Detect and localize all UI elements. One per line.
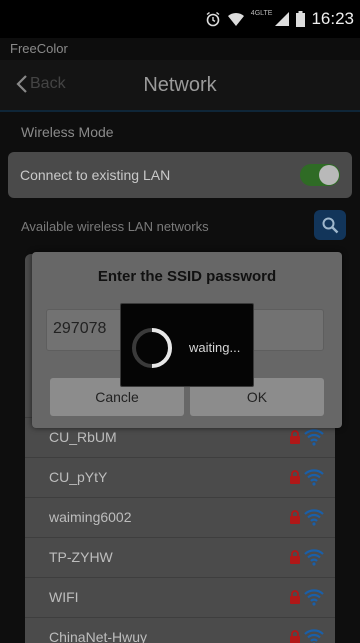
wifi-signal-icon (303, 468, 325, 491)
app-name: FreeColor (0, 38, 360, 60)
waiting-label: waiting... (189, 340, 241, 355)
wifi-signal-icon (303, 548, 325, 571)
status-bar: 4GLTE 16:23 (0, 0, 360, 38)
battery-icon (296, 11, 306, 27)
connect-lan-toggle[interactable] (300, 164, 340, 186)
wifi-icon (227, 11, 245, 27)
network-ssid: CU_pYtY (49, 469, 108, 485)
connect-lan-row[interactable]: Connect to existing LAN (8, 152, 352, 198)
lock-icon (289, 510, 301, 529)
network-item[interactable]: ChinaNet-Hwuy (25, 617, 335, 643)
network-item[interactable]: CU_pYtY (25, 457, 335, 497)
alarm-icon (205, 11, 221, 27)
clock: 16:23 (311, 9, 354, 28)
lock-icon (289, 630, 301, 643)
lock-icon (289, 550, 301, 569)
network-item[interactable]: TP-ZYHW (25, 537, 335, 577)
network-ssid: ChinaNet-Hwuy (49, 629, 148, 643)
network-ssid: waiming6002 (49, 509, 132, 525)
wifi-signal-icon (303, 428, 325, 451)
dialog-title: Enter the SSID password (97, 268, 277, 285)
lock-icon (289, 590, 301, 609)
lock-icon (289, 430, 301, 449)
nav-bar: Back Network (0, 60, 360, 112)
search-icon (322, 217, 339, 234)
connect-lan-label: Connect to existing LAN (20, 167, 171, 183)
wifi-signal-icon (303, 508, 325, 531)
network-ssid: WIFI (49, 589, 79, 605)
waiting-popup: waiting... (120, 303, 254, 387)
lock-icon (289, 470, 301, 489)
toggle-knob (319, 165, 339, 185)
status-icons: 4GLTE 16:23 (205, 9, 354, 29)
wireless-mode-label: Wireless Mode (21, 124, 114, 140)
signal-icon (274, 11, 290, 27)
network-item[interactable]: waiming6002 (25, 497, 335, 537)
wifi-signal-icon (303, 588, 325, 611)
search-networks-button[interactable] (314, 210, 346, 240)
network-ssid: CU_RbUM (49, 429, 117, 445)
wifi-signal-icon (303, 628, 325, 643)
spinner-icon (130, 326, 174, 375)
network-item[interactable]: WIFI (25, 577, 335, 617)
network-ssid: TP-ZYHW (49, 549, 113, 565)
page-title: Network (143, 74, 217, 96)
network-badge: 4GLTE (250, 9, 273, 17)
available-networks-label: Available wireless LAN networks (21, 219, 209, 234)
